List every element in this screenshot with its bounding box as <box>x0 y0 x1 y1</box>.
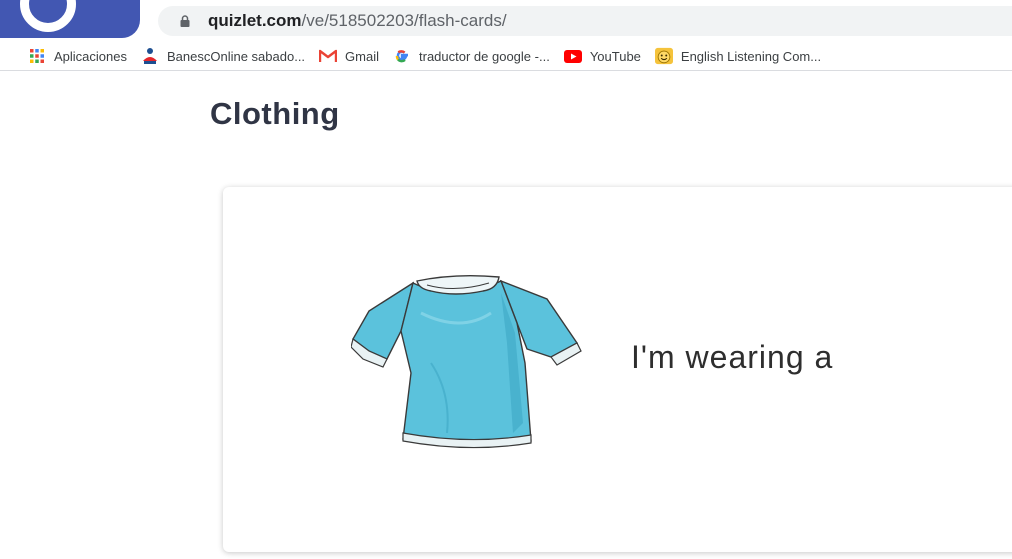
bookmark-label: English Listening Com... <box>680 48 822 64</box>
google-icon <box>393 47 411 65</box>
flashcard-term: I'm wearing a <box>631 339 834 375</box>
address-bar[interactable]: quizlet.com/ve/518502203/flash-cards/ <box>158 6 1012 36</box>
bookmarks-bar: Aplicaciones BanescOnline sabado... Gmai… <box>0 42 1012 71</box>
url-text[interactable]: quizlet.com/ve/518502203/flash-cards/ <box>208 11 507 31</box>
lock-icon[interactable] <box>180 15 190 27</box>
youtube-icon <box>563 47 582 65</box>
t-shirt-image <box>351 274 582 449</box>
smiley-icon <box>654 47 673 65</box>
banesco-icon <box>141 47 159 65</box>
bookmark-label: traductor de google -... <box>419 48 550 64</box>
browser-toolbar: quizlet.com/ve/518502203/flash-cards/ <box>0 0 1012 40</box>
bookmark-label: Aplicaciones <box>54 48 127 64</box>
apps-grid-icon <box>28 47 46 65</box>
bookmark-youtube[interactable]: YouTube <box>563 44 641 68</box>
bookmark-label: YouTube <box>589 48 641 64</box>
bookmark-label: Gmail <box>345 48 379 64</box>
bookmark-apps[interactable]: Aplicaciones <box>28 44 127 68</box>
page-title: Clothing <box>210 96 340 131</box>
bookmark-translate[interactable]: traductor de google -... <box>393 44 550 68</box>
bookmark-gmail[interactable]: Gmail <box>319 44 379 68</box>
logo-ring <box>20 0 76 32</box>
bookmark-banesco[interactable]: BanescOnline sabado... <box>141 44 305 68</box>
url-path: /ve/518502203/flash-cards/ <box>301 11 507 30</box>
url-host: quizlet.com <box>208 11 302 30</box>
flashcard[interactable]: I'm wearing a <box>223 187 1012 552</box>
bookmark-english-listening[interactable]: English Listening Com... <box>654 44 822 68</box>
quizlet-logo-icon[interactable] <box>0 0 140 38</box>
bookmark-label: BanescOnline sabado... <box>167 48 306 64</box>
gmail-icon <box>319 47 338 65</box>
